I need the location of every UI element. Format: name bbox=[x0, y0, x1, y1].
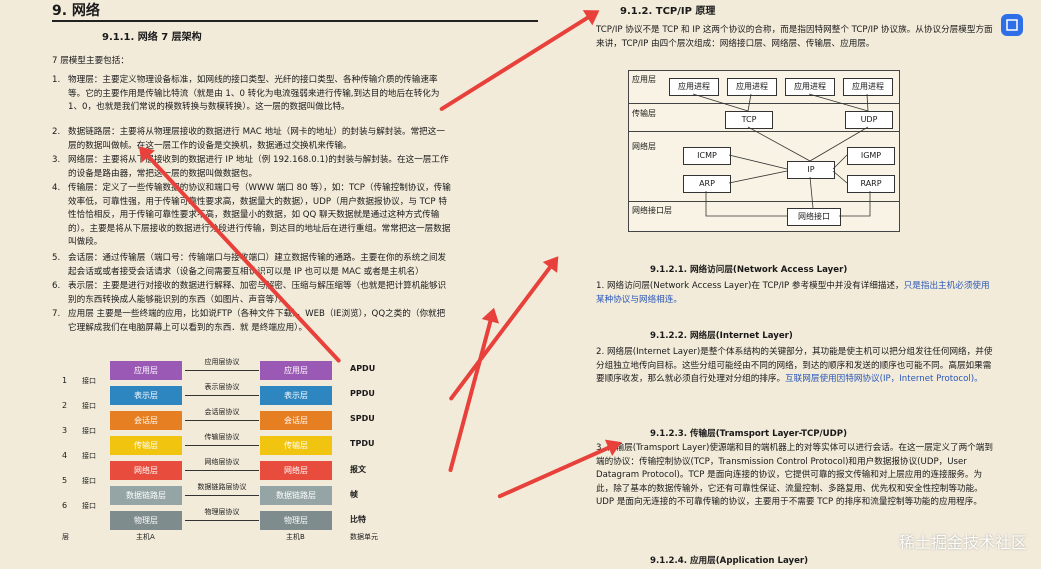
osi-protocol-line bbox=[185, 370, 259, 371]
osi-protocol-label: 会话层协议 bbox=[204, 408, 240, 416]
osi-protocol-line bbox=[185, 520, 259, 521]
subsection-heading: 9.1.1. 网络 7 层架构 bbox=[102, 32, 202, 43]
access-heading: 9.1.2.1. 网络访问层(Network Access Layer) bbox=[650, 265, 848, 275]
tcpip-intro: TCP/IP 协议不是 TCP 和 IP 这两个协议的合称，而是指因特网整个 T… bbox=[596, 25, 993, 49]
osi-iface-label: 接口 bbox=[82, 402, 96, 410]
osi-num: 2 bbox=[62, 401, 68, 410]
transport-text: 3. 传输层(Tramsport Layer)使源端和目的端机器上的对等实体可以… bbox=[596, 443, 993, 508]
osi-protocol-label: 应用层协议 bbox=[204, 358, 240, 366]
osi-protocol-label: 物理层协议 bbox=[204, 508, 240, 516]
osi-iface-label: 接口 bbox=[82, 427, 96, 435]
osi-protocol-label: 网络层协议 bbox=[204, 458, 240, 466]
osi-host-a: 主机A bbox=[136, 533, 155, 541]
osi-layer-b: 物理层 bbox=[260, 511, 332, 530]
osi-layer-a: 网络层 bbox=[110, 461, 182, 480]
list-item: 6. 表示层：主要是进行对接收的数据进行解释、加密与解密、压缩与解压缩等（也就是把… bbox=[52, 281, 447, 305]
internet-text: 2. 网络层(Internet Layer)是整个体系结构的关键部分，其功能是使… bbox=[596, 347, 993, 385]
osi-protocol-line bbox=[185, 395, 259, 396]
list-item: 7. 应用层 主要是一些终端的应用，比如说FTP（各种文件下载），WEB（IE浏览… bbox=[52, 309, 446, 333]
osi-layer-a: 数据链路层 bbox=[110, 486, 182, 505]
osi-unit: 帧 bbox=[350, 490, 358, 499]
section-heading: 9. 网络 bbox=[52, 0, 538, 22]
tcpip-figure: 应用层 传输层 网络层 网络接口层 应用进程 应用进程 应用进程 应用进程 TC… bbox=[628, 70, 900, 232]
osi-num: 3 bbox=[62, 426, 68, 435]
osi-col-unit: 数据单元 bbox=[350, 533, 378, 541]
osi-protocol-label: 数据链路层协议 bbox=[197, 483, 247, 491]
osi-protocol-line bbox=[185, 420, 259, 421]
watermark: 稀土掘金技术社区 bbox=[898, 533, 1027, 552]
osi-unit: 报文 bbox=[350, 465, 366, 474]
osi-layer-b: 会话层 bbox=[260, 411, 332, 430]
osi-host-b: 主机B bbox=[286, 533, 305, 541]
osi-layer-a: 传输层 bbox=[110, 436, 182, 455]
osi-col-layer: 层 bbox=[62, 533, 69, 541]
osi-diagram: 应用层 应用层 应用层协议 APDU 表示层 表示层 表示层协议 PPDU 1 接口 会话层 会话层会… bbox=[60, 355, 400, 567]
osi-num: 6 bbox=[62, 501, 68, 510]
osi-protocol-label: 表示层协议 bbox=[204, 383, 240, 391]
osi-unit: PPDU bbox=[350, 389, 375, 398]
figure-connectors bbox=[692, 93, 871, 217]
osi-layer-a: 应用层 bbox=[110, 361, 182, 380]
list-item: 1. 物理层：主要定义物理设备标准，如网线的接口类型、光纤的接口类型、各种传输介质… bbox=[52, 75, 440, 113]
list-item: 3. 网络层：主要将从下层接收到的数据进行 IP 地址（例 192.168.0.1… bbox=[52, 155, 449, 179]
floating-action-button[interactable] bbox=[1001, 14, 1023, 36]
osi-unit: 比特 bbox=[350, 515, 366, 524]
osi-iface-label: 接口 bbox=[82, 452, 96, 460]
tcpip-heading: 9.1.2. TCP/IP 原理 bbox=[620, 6, 716, 17]
osi-layer-b: 传输层 bbox=[260, 436, 332, 455]
osi-layer-a: 会话层 bbox=[110, 411, 182, 430]
osi-iface-label: 接口 bbox=[82, 377, 96, 385]
osi-num: 4 bbox=[62, 451, 68, 460]
osi-num: 5 bbox=[62, 476, 68, 485]
list-item: 2. 数据链路层：主要将从物理层接收的数据进行 MAC 地址（网卡的地址）的封装与… bbox=[52, 127, 445, 151]
list-item: 4. 传输层：定义了一些传输数据的协议和端口号（WWW 端口 80 等），如：TC… bbox=[52, 183, 451, 248]
access-text: 1. 网络访问层(Network Access Layer)在 TCP/IP 参… bbox=[596, 281, 990, 305]
osi-unit: TPDU bbox=[350, 439, 375, 448]
osi-num: 1 bbox=[62, 376, 68, 385]
osi-layer-b: 表示层 bbox=[260, 386, 332, 405]
intro-text: 7 层模型主要包括： bbox=[52, 56, 129, 66]
osi-unit: APDU bbox=[350, 364, 376, 373]
osi-iface-label: 接口 bbox=[82, 477, 96, 485]
internet-heading: 9.1.2.2. 网络层(Internet Layer) bbox=[650, 331, 793, 341]
osi-layer-b: 应用层 bbox=[260, 361, 332, 380]
layer-list: 1. 物理层：主要定义物理设备标准，如网线的接口类型、光纤的接口类型、各种传输介质… bbox=[52, 74, 452, 336]
osi-protocol-line bbox=[185, 445, 259, 446]
osi-protocol-label: 传输层协议 bbox=[204, 433, 240, 441]
osi-layer-a: 表示层 bbox=[110, 386, 182, 405]
osi-protocol-line bbox=[185, 495, 259, 496]
window-icon bbox=[1006, 19, 1018, 31]
osi-layer-b: 网络层 bbox=[260, 461, 332, 480]
osi-iface-label: 接口 bbox=[82, 502, 96, 510]
osi-protocol-line bbox=[185, 470, 259, 471]
transport-heading: 9.1.2.3. 传输层(Tramsport Layer-TCP/UDP) bbox=[650, 429, 848, 439]
osi-layer-b: 数据链路层 bbox=[260, 486, 332, 505]
osi-layer-a: 物理层 bbox=[110, 511, 182, 530]
osi-unit: SPDU bbox=[350, 414, 375, 423]
